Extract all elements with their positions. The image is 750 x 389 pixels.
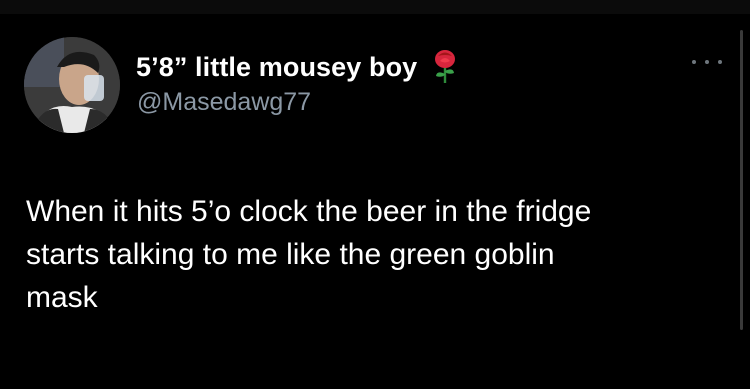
- name-row: 5’8” little mousey boy: [136, 50, 459, 84]
- more-icon[interactable]: [692, 55, 722, 69]
- tweet-text: When it hits 5’o clock the beer in the f…: [26, 195, 592, 314]
- handle[interactable]: @Masedawg77: [137, 88, 311, 117]
- avatar[interactable]: [24, 37, 120, 133]
- rose-icon: [431, 50, 459, 84]
- display-name[interactable]: 5’8” little mousey boy: [136, 52, 417, 83]
- scrollbar[interactable]: [740, 30, 743, 330]
- tweet-card: 5’8” little mousey boy @Masedawg77 When …: [0, 0, 750, 389]
- top-edge: [0, 0, 750, 14]
